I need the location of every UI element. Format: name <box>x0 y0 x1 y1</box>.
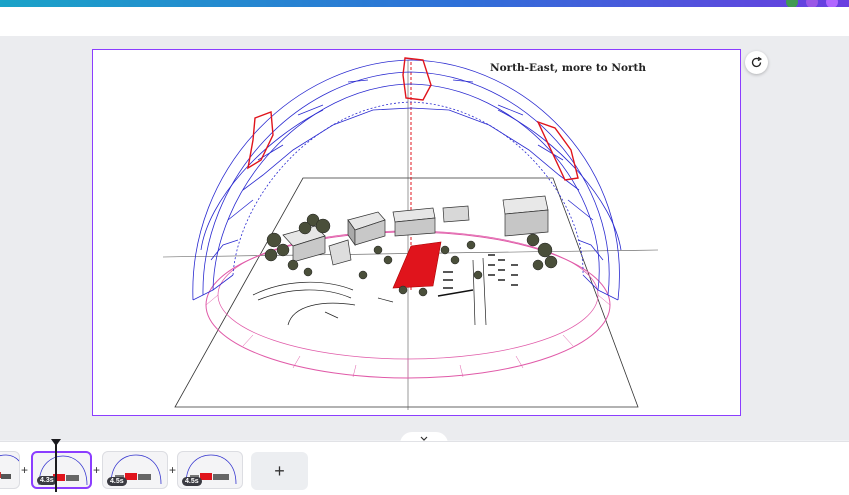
page-duration: 4.5s <box>107 477 127 486</box>
editor-canvas-area: North-East, more to North <box>0 36 849 440</box>
page-duration: 4.3s <box>37 476 57 485</box>
page-thumbnail[interactable]: 4.5s <box>177 451 243 489</box>
page-thumbnail[interactable] <box>0 451 20 489</box>
highlighted-site <box>392 241 442 289</box>
page-thumbnail[interactable]: 4.5s <box>102 451 168 489</box>
chevron-down-icon <box>420 436 428 441</box>
refresh-button[interactable] <box>745 51 768 74</box>
slide-caption[interactable]: North-East, more to North <box>490 62 646 74</box>
page-duration: 4.5s <box>182 477 202 486</box>
page-thumbnail-selected[interactable]: 4.3s <box>31 451 92 489</box>
insert-page-separator[interactable]: + <box>21 463 28 477</box>
site-model-render <box>162 57 659 410</box>
page-timeline: + 4.3s + 4.5s + 4.5s + <box>0 439 849 495</box>
refresh-icon <box>751 56 763 68</box>
playhead[interactable] <box>55 442 57 492</box>
slide-canvas[interactable]: North-East, more to North <box>92 49 741 416</box>
roads <box>252 257 487 326</box>
top-gradient-bar <box>0 0 849 8</box>
add-page-button[interactable]: + <box>251 452 308 490</box>
sun-position-cell-top <box>402 57 432 101</box>
insert-page-separator[interactable]: + <box>93 463 100 477</box>
sun-position-cell-left <box>247 111 274 170</box>
insert-page-separator[interactable]: + <box>169 463 176 477</box>
editor-header <box>0 7 849 36</box>
